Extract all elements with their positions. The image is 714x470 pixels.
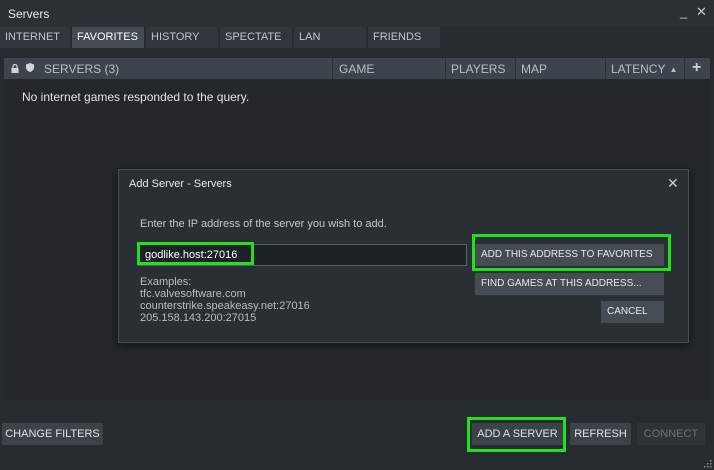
tab-label: LAN (299, 31, 321, 43)
connect-button[interactable]: CONNECT (637, 423, 705, 445)
column-divider[interactable] (332, 58, 333, 79)
add-column-plus-icon[interactable]: + (692, 59, 701, 77)
server-address-input[interactable] (138, 244, 467, 266)
tab-friends[interactable]: FRIENDS (368, 27, 442, 48)
column-game[interactable]: GAME (339, 58, 374, 79)
find-games-button[interactable]: FIND GAMES AT THIS ADDRESS... (475, 273, 664, 295)
change-filters-button[interactable]: CHANGE FILTERS (2, 423, 103, 445)
column-servers[interactable]: SERVERS (3) (44, 58, 119, 79)
title-bar: Servers _ ✕ (0, 0, 714, 27)
column-divider[interactable] (605, 58, 606, 79)
dialog-close-button[interactable]: ✕ (667, 175, 679, 192)
sort-ascending-icon: ▲ (669, 65, 678, 74)
column-divider[interactable] (445, 58, 446, 79)
tab-internet[interactable]: INTERNET (0, 27, 72, 48)
example-item: counterstrike.speakeasy.net:27016 (140, 300, 310, 312)
resize-grip-icon[interactable] (704, 460, 712, 468)
column-divider[interactable] (515, 58, 516, 79)
column-latency-label: LATENCY (611, 62, 666, 76)
add-server-dialog: Add Server - Servers ✕ Enter the IP addr… (118, 169, 689, 343)
examples-block: Examples: tfc.valvesoftware.com counters… (140, 276, 310, 324)
example-item: 205.158.143.200:27015 (140, 312, 257, 324)
servers-window: Servers _ ✕ INTERNET FAVORITES HISTORY S… (0, 0, 714, 470)
window-title: Servers (8, 7, 50, 21)
tab-label: FAVORITES (77, 31, 138, 43)
refresh-button[interactable]: REFRESH (570, 423, 631, 445)
tab-favorites[interactable]: FAVORITES (72, 27, 146, 48)
examples-heading: Examples: (140, 276, 192, 288)
close-window-button[interactable]: ✕ (696, 5, 707, 19)
example-item: tfc.valvesoftware.com (140, 288, 246, 300)
empty-list-message: No internet games responded to the query… (22, 90, 250, 104)
tab-spectate[interactable]: SPECTATE (220, 27, 294, 48)
add-to-favorites-button[interactable]: ADD THIS ADDRESS TO FAVORITES (475, 244, 664, 266)
tab-label: INTERNET (5, 31, 60, 43)
column-header: SERVERS (3) GAME PLAYERS MAP LATENCY ▲ + (4, 58, 710, 79)
column-players[interactable]: PLAYERS (451, 58, 505, 79)
lock-icon[interactable] (11, 64, 19, 73)
add-server-button[interactable]: ADD A SERVER (472, 423, 563, 445)
column-latency[interactable]: LATENCY ▲ (611, 58, 677, 79)
tab-lan[interactable]: LAN (294, 27, 368, 48)
tab-label: SPECTATE (225, 31, 282, 43)
tab-bar: INTERNET FAVORITES HISTORY SPECTATE LAN … (0, 27, 714, 48)
dialog-title: Add Server - Servers (129, 178, 232, 190)
tab-label: HISTORY (151, 31, 200, 43)
minimize-button[interactable]: _ (680, 5, 687, 19)
tab-label: FRIENDS (373, 31, 422, 43)
tab-history[interactable]: HISTORY (146, 27, 220, 48)
column-map[interactable]: MAP (521, 58, 547, 79)
shield-icon[interactable] (26, 63, 34, 72)
column-divider (684, 58, 685, 79)
dialog-prompt: Enter the IP address of the server you w… (140, 218, 387, 230)
cancel-button[interactable]: CANCEL (601, 301, 664, 323)
